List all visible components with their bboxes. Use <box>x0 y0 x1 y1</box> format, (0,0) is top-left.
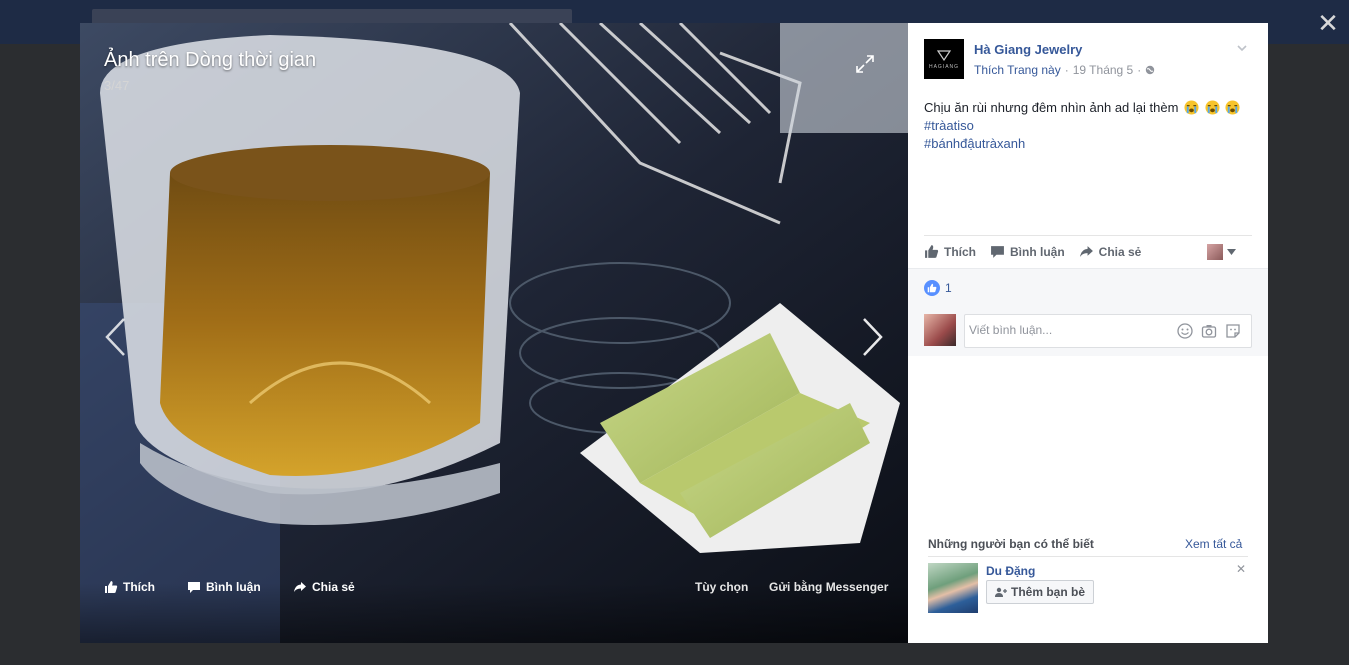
share-icon <box>1079 246 1093 257</box>
viewer-comment-button[interactable]: Bình luận <box>187 580 261 594</box>
viewer-title: Ảnh trên Dòng thời gian <box>104 49 317 71</box>
viewer-comment-label: Bình luận <box>206 580 261 594</box>
sticker-icon[interactable] <box>1225 323 1241 339</box>
pymk-person-name[interactable]: Du Đặng <box>986 564 1035 578</box>
background-sidebar <box>1262 50 1349 665</box>
post-like-button[interactable]: Thích <box>924 244 976 259</box>
post-share-label: Chia sẻ <box>1098 244 1142 259</box>
crying-emoji-icon <box>1225 100 1240 115</box>
add-friend-button[interactable]: Thêm bạn bè <box>986 580 1095 604</box>
meta-separator-2: · <box>1137 63 1142 77</box>
like-icon <box>105 581 118 593</box>
post-like-label: Thích <box>944 244 976 259</box>
add-friend-icon <box>995 587 1007 597</box>
divider <box>928 556 1248 557</box>
globe-icon <box>1146 65 1155 75</box>
post-date[interactable]: 19 Tháng 5 <box>1073 63 1134 77</box>
post-as-selector[interactable] <box>1207 244 1236 260</box>
hashtag-link[interactable]: #bánhđậutràxanh <box>924 135 1254 153</box>
post-body-text: Chịu ăn rùi nhưng đêm nhìn ảnh ad lại th… <box>924 100 1179 115</box>
close-icon[interactable]: ✕ <box>1313 8 1343 38</box>
page-name-link[interactable]: Hà Giang Jewelry <box>974 42 1082 57</box>
comment-icon <box>188 582 200 593</box>
emoji-icon[interactable] <box>1177 323 1193 339</box>
page-logo-icon <box>936 49 952 61</box>
expand-icon[interactable] <box>854 53 876 75</box>
viewer-share-button[interactable]: Chia sẻ <box>293 580 355 594</box>
viewer-send-messenger-link[interactable]: Gửi bằng Messenger <box>769 580 888 594</box>
viewer-like-label: Thích <box>123 580 155 594</box>
viewer-options-link[interactable]: Tùy chọn <box>695 580 748 594</box>
like-icon <box>925 245 939 258</box>
post-share-button[interactable]: Chia sẻ <box>1079 244 1142 259</box>
like-count-value: 1 <box>945 281 952 295</box>
add-friend-label: Thêm bạn bè <box>1011 585 1086 599</box>
share-icon <box>294 582 306 592</box>
page-logo-text: HAGIANG <box>928 63 960 70</box>
comments-section: 1 <box>908 268 1268 356</box>
prev-arrow-icon[interactable] <box>104 317 126 357</box>
comment-box <box>964 314 1252 348</box>
like-page-link[interactable]: Thích Trang này <box>974 63 1061 77</box>
photo-counter: 3/47 <box>104 78 130 93</box>
avatar <box>1207 244 1223 260</box>
post-action-row: Thích Bình luận Chia sẻ <box>924 235 1252 267</box>
page-avatar[interactable]: HAGIANG <box>924 39 964 79</box>
post-meta: Thích Trang này · 19 Tháng 5 · <box>974 63 1155 77</box>
dismiss-close-icon[interactable]: ✕ <box>1236 562 1246 576</box>
post-comment-label: Bình luận <box>1010 244 1065 259</box>
comment-icon <box>991 246 1004 258</box>
comment-input[interactable] <box>969 323 1169 337</box>
hashtag-link[interactable]: #tràatiso <box>924 117 1254 135</box>
avatar <box>924 314 956 346</box>
viewer-like-button[interactable]: Thích <box>104 580 155 594</box>
next-arrow-icon[interactable] <box>862 317 884 357</box>
post-panel: HAGIANG Hà Giang Jewelry Thích Trang này… <box>908 23 1268 643</box>
crying-emoji-icon <box>1205 100 1220 115</box>
post-comment-button[interactable]: Bình luận <box>990 244 1065 259</box>
pymk-see-all-link[interactable]: Xem tất cả <box>1185 537 1242 551</box>
chevron-down-icon <box>1227 249 1236 255</box>
timeline-photo <box>80 23 908 643</box>
like-bubble-icon <box>924 280 940 296</box>
like-count[interactable]: 1 <box>924 280 952 296</box>
pymk-title: Những người bạn có thể biết <box>928 537 1094 551</box>
photo-stage: Ảnh trên Dòng thời gian 3/47 <box>80 23 908 643</box>
pymk-avatar[interactable] <box>928 563 978 613</box>
crying-emoji-icon <box>1184 100 1199 115</box>
viewer-share-label: Chia sẻ <box>312 580 355 594</box>
camera-icon[interactable] <box>1201 323 1217 339</box>
post-text: Chịu ăn rùi nhưng đêm nhìn ảnh ad lại th… <box>924 99 1254 153</box>
meta-separator: · <box>1064 63 1069 77</box>
chevron-down-icon[interactable] <box>1235 41 1249 55</box>
